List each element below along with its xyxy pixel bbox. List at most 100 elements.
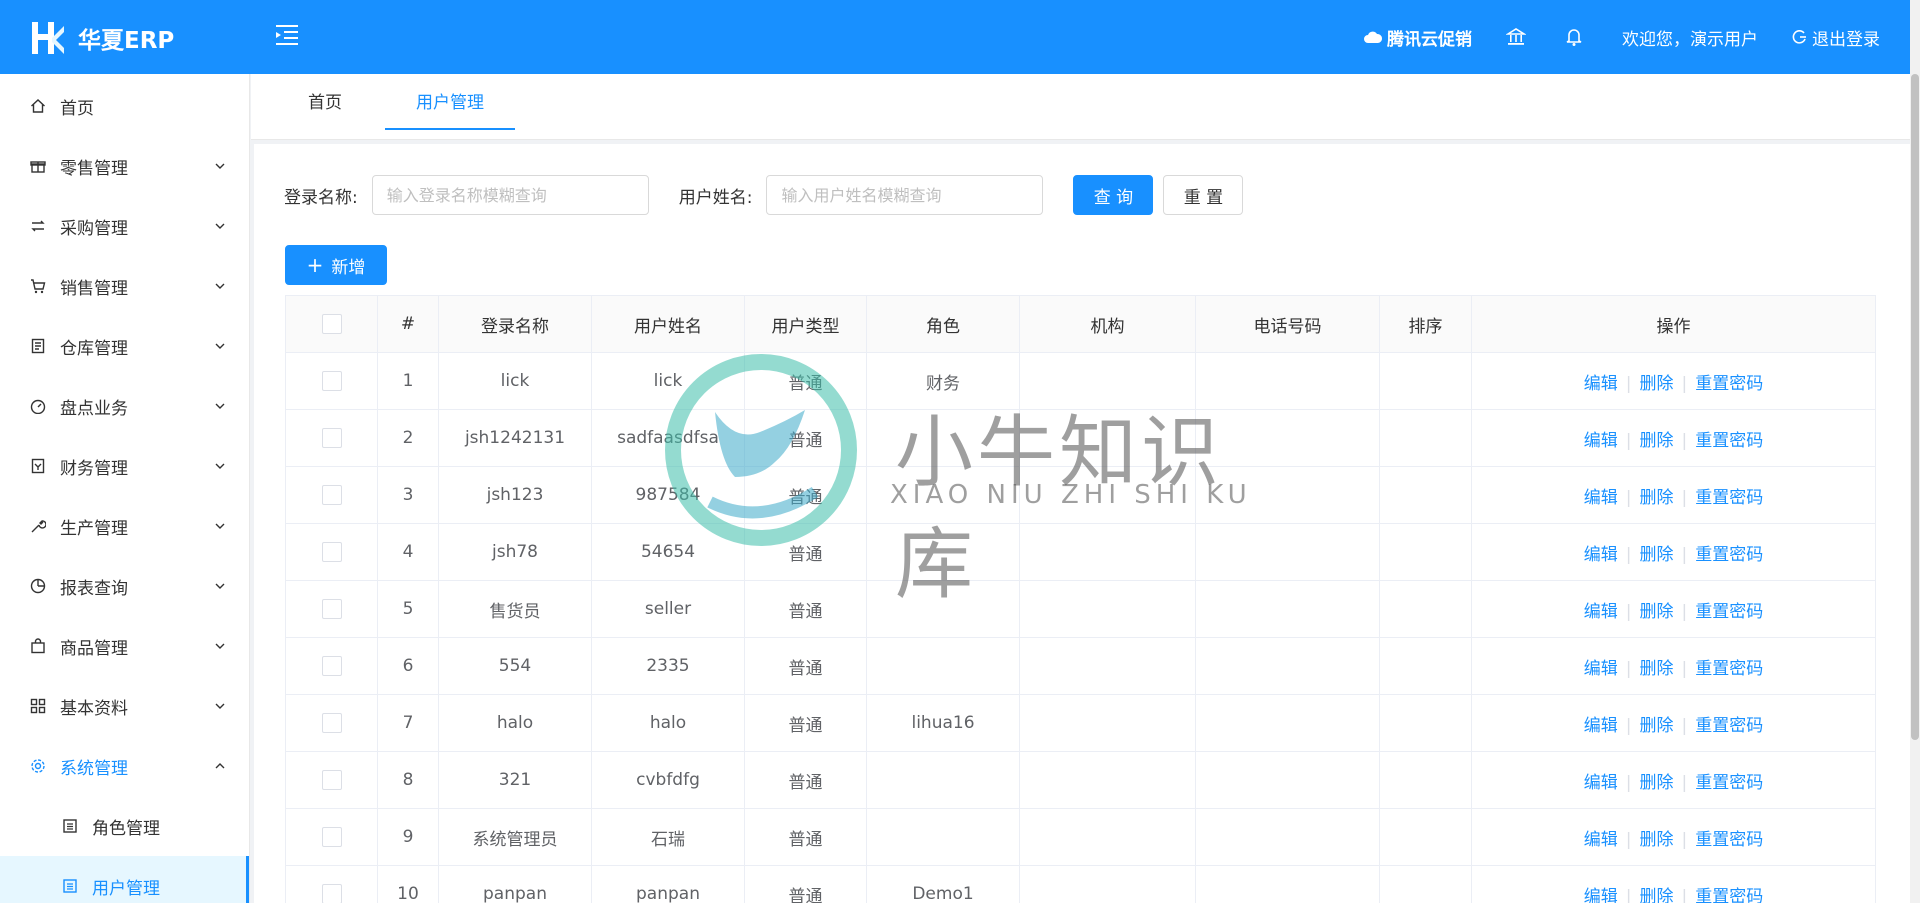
row-checkbox[interactable] xyxy=(321,884,342,903)
edit-link[interactable]: 编辑 xyxy=(1584,659,1618,679)
cell-sort xyxy=(1379,808,1472,866)
welcome-user[interactable]: 欢迎您，演示用户 xyxy=(1622,25,1758,50)
logo-text: 华夏ERP xyxy=(78,28,175,54)
edit-link[interactable]: 编辑 xyxy=(1584,545,1618,565)
sidebar-item-retail[interactable]: 零售管理 xyxy=(0,136,249,196)
action-divider: | xyxy=(1625,601,1632,622)
cell-name: cvbfdfg xyxy=(591,751,745,809)
delete-link[interactable]: 删除 xyxy=(1640,545,1674,565)
tab-user-management[interactable]: 用户管理 xyxy=(385,74,515,130)
reset-password-link[interactable]: 重置密码 xyxy=(1695,602,1763,622)
row-checkbox[interactable] xyxy=(321,713,342,733)
sidebar-item-products[interactable]: 商品管理 xyxy=(0,616,249,676)
menu-fold-icon[interactable] xyxy=(274,22,300,48)
delete-link[interactable]: 删除 xyxy=(1640,374,1674,394)
delete-link[interactable]: 删除 xyxy=(1640,659,1674,679)
edit-link[interactable]: 编辑 xyxy=(1584,716,1618,736)
add-user-button[interactable]: + 新增 xyxy=(285,245,387,285)
sidebar-item-basic-data[interactable]: 基本资料 xyxy=(0,676,249,736)
reset-password-link[interactable]: 重置密码 xyxy=(1695,830,1763,850)
reset-password-link[interactable]: 重置密码 xyxy=(1695,545,1763,565)
table-row: 2 jsh1242131 sadfaasdfsa 普通 编辑 | 删除 | 重置密码 xyxy=(285,409,1876,467)
table-row: 5 售货员 seller 普通 编辑 | 删除 | 重置密码 xyxy=(285,580,1876,638)
cell-no: 10 xyxy=(377,865,439,903)
sidebar-item-inventory[interactable]: 盘点业务 xyxy=(0,376,249,436)
cell-org xyxy=(1019,352,1196,410)
search-form: 登录名称: 用户姓名: 查 询 重 置 xyxy=(284,175,1244,215)
edit-link[interactable]: 编辑 xyxy=(1584,431,1618,451)
cell-org xyxy=(1019,637,1196,695)
promo-label: 腾讯云促销 xyxy=(1387,29,1472,50)
reset-password-link[interactable]: 重置密码 xyxy=(1695,488,1763,508)
sidebar-item-system[interactable]: 系统管理 xyxy=(0,736,249,796)
cell-role xyxy=(866,751,1020,809)
edit-link[interactable]: 编辑 xyxy=(1584,488,1618,508)
page-scrollbar[interactable] xyxy=(1910,0,1920,903)
sidebar-item-sales[interactable]: 销售管理 xyxy=(0,256,249,316)
delete-link[interactable]: 删除 xyxy=(1640,716,1674,736)
row-checkbox[interactable] xyxy=(321,770,342,790)
reset-password-link[interactable]: 重置密码 xyxy=(1695,887,1763,903)
row-checkbox[interactable] xyxy=(321,827,342,847)
user-name-input[interactable] xyxy=(766,175,1044,215)
delete-link[interactable]: 删除 xyxy=(1640,431,1674,451)
cell-role xyxy=(866,637,1020,695)
cell-role: lihua16 xyxy=(866,694,1020,752)
delete-link[interactable]: 删除 xyxy=(1640,773,1674,793)
cell-sort xyxy=(1379,580,1472,638)
delete-link[interactable]: 删除 xyxy=(1640,887,1674,903)
delete-link[interactable]: 删除 xyxy=(1640,602,1674,622)
edit-link[interactable]: 编辑 xyxy=(1584,374,1618,394)
row-select-cell xyxy=(285,808,378,866)
sidebar-item-reports[interactable]: 报表查询 xyxy=(0,556,249,616)
edit-link[interactable]: 编辑 xyxy=(1584,887,1618,903)
cell-sort xyxy=(1379,637,1472,695)
row-checkbox[interactable] xyxy=(321,371,342,391)
edit-link[interactable]: 编辑 xyxy=(1584,602,1618,622)
delete-link[interactable]: 删除 xyxy=(1640,830,1674,850)
action-divider: | xyxy=(1681,487,1688,508)
query-button[interactable]: 查 询 xyxy=(1073,175,1154,215)
setting-icon xyxy=(30,758,46,774)
delete-link[interactable]: 删除 xyxy=(1640,488,1674,508)
action-divider: | xyxy=(1681,715,1688,736)
reset-password-link[interactable]: 重置密码 xyxy=(1695,431,1763,451)
sidebar-item-finance[interactable]: 财务管理 xyxy=(0,436,249,496)
edit-link[interactable]: 编辑 xyxy=(1584,773,1618,793)
sidebar-item-home[interactable]: 首页 xyxy=(0,76,249,136)
action-divider: | xyxy=(1625,658,1632,679)
sidebar-item-warehouse[interactable]: 仓库管理 xyxy=(0,316,249,376)
login-name-input[interactable] xyxy=(371,175,649,215)
edit-link[interactable]: 编辑 xyxy=(1584,830,1618,850)
row-checkbox[interactable] xyxy=(321,656,342,676)
reset-password-link[interactable]: 重置密码 xyxy=(1695,659,1763,679)
reset-password-link[interactable]: 重置密码 xyxy=(1695,374,1763,394)
row-checkbox[interactable] xyxy=(321,599,342,619)
bell-icon[interactable] xyxy=(1564,27,1588,47)
sidebar-item-purchase[interactable]: 采购管理 xyxy=(0,196,249,256)
row-checkbox[interactable] xyxy=(321,485,342,505)
sidebar-item-user-management[interactable]: 用户管理 xyxy=(0,856,249,903)
bank-icon[interactable] xyxy=(1506,27,1530,47)
logout-button[interactable]: 退出登录 xyxy=(1792,25,1880,50)
cell-role: Demo1 xyxy=(866,865,1020,903)
plus-icon: + xyxy=(306,253,324,277)
promo-link[interactable]: 腾讯云促销 xyxy=(1363,25,1472,50)
reset-button[interactable]: 重 置 xyxy=(1163,175,1244,215)
reset-password-link[interactable]: 重置密码 xyxy=(1695,773,1763,793)
row-checkbox[interactable] xyxy=(321,428,342,448)
sidebar-item-production[interactable]: 生产管理 xyxy=(0,496,249,556)
cell-org xyxy=(1019,466,1196,524)
scrollbar-thumb[interactable] xyxy=(1911,74,1919,740)
cell-actions: 编辑 | 删除 | 重置密码 xyxy=(1471,409,1876,467)
sidebar-item-role-management[interactable]: 角色管理 xyxy=(0,796,249,856)
cell-no: 3 xyxy=(377,466,439,524)
tab-home[interactable]: 首页 xyxy=(281,74,369,130)
select-all-checkbox[interactable] xyxy=(321,314,342,334)
cell-sort xyxy=(1379,751,1472,809)
row-checkbox[interactable] xyxy=(321,542,342,562)
row-select-cell xyxy=(285,352,378,410)
reset-password-link[interactable]: 重置密码 xyxy=(1695,716,1763,736)
logo[interactable]: 华夏ERP xyxy=(28,18,174,58)
cell-org xyxy=(1019,808,1196,866)
